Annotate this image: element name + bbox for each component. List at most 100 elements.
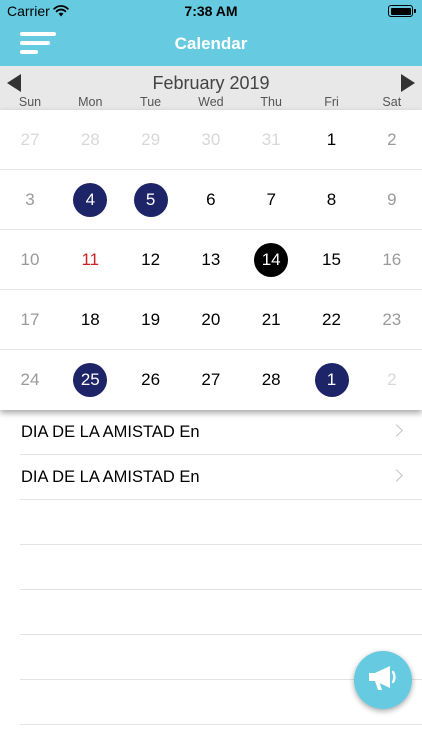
- day-cell[interactable]: 15: [302, 230, 362, 290]
- day-number: 25: [73, 363, 108, 397]
- day-number: 2: [387, 370, 397, 389]
- day-number: 28: [80, 130, 100, 149]
- day-number: 15: [322, 250, 341, 269]
- day-cell[interactable]: 27: [181, 350, 241, 410]
- day-number: 22: [322, 310, 341, 329]
- day-cell[interactable]: 11: [60, 230, 120, 290]
- day-cell[interactable]: 19: [121, 290, 181, 350]
- day-cell[interactable]: 4: [60, 170, 120, 230]
- day-cell[interactable]: 5: [121, 170, 181, 230]
- day-number: 8: [326, 190, 337, 209]
- day-cell[interactable]: 28: [241, 350, 301, 410]
- day-number: 26: [141, 370, 161, 389]
- weekday-label: Thu: [260, 95, 282, 109]
- day-number: 27: [20, 130, 40, 149]
- day-cell[interactable]: 23: [362, 290, 422, 350]
- weekday-label: Tue: [140, 95, 162, 109]
- day-number: 16: [382, 250, 402, 269]
- event-label: DIA DE LA AMISTAD En: [21, 468, 200, 486]
- day-cell[interactable]: 30: [181, 110, 241, 170]
- day-cell[interactable]: 2: [362, 110, 422, 170]
- day-number: 30: [201, 130, 221, 149]
- day-cell[interactable]: 27: [0, 110, 60, 170]
- day-cell[interactable]: 16: [362, 230, 422, 290]
- day-number: 13: [201, 250, 221, 269]
- day-number: 18: [80, 310, 100, 329]
- empty-row: [20, 545, 422, 590]
- day-cell[interactable]: 1: [302, 350, 362, 410]
- day-cell[interactable]: 22: [302, 290, 362, 350]
- empty-row: [20, 590, 422, 635]
- day-number: 29: [141, 130, 161, 149]
- day-cell[interactable]: 31: [241, 110, 301, 170]
- day-number: 10: [20, 250, 40, 269]
- day-cell[interactable]: 9: [362, 170, 422, 230]
- day-number: 3: [25, 190, 35, 209]
- day-number: 5: [133, 183, 168, 217]
- day-cell[interactable]: 29: [121, 110, 181, 170]
- month-label: February 2019: [152, 73, 270, 93]
- page-title: Calendar: [174, 34, 248, 53]
- day-cell[interactable]: 8: [302, 170, 362, 230]
- weekday-header: Sun Mon Tue Wed Thu Fri Sat: [0, 95, 422, 109]
- calendar-grid: 27 28 29 30 31 1 2 3 4 5 6 7 8 9 10 11 12 13 14 15 16 17 18 19 2…: [0, 110, 422, 410]
- chevron-right-icon: [390, 469, 403, 482]
- day-cell[interactable]: 17: [0, 290, 60, 350]
- event-list: DIA DE LA AMISTAD En DIA DE LA AMISTAD En: [0, 410, 422, 750]
- day-number: 20: [201, 310, 221, 329]
- status-time: 7:38 AM: [184, 3, 238, 19]
- day-number: 11: [81, 250, 100, 269]
- week-row: 17 18 19 20 21 22 23: [0, 290, 422, 350]
- weekday-label: Wed: [198, 95, 224, 109]
- day-cell[interactable]: 1: [302, 110, 362, 170]
- nav-bar: Calendar: [0, 22, 422, 66]
- day-number: 27: [201, 370, 221, 389]
- day-cell[interactable]: 26: [121, 350, 181, 410]
- day-cell[interactable]: 10: [0, 230, 60, 290]
- day-number: 23: [382, 310, 402, 329]
- day-cell[interactable]: 20: [181, 290, 241, 350]
- day-number: 31: [261, 130, 281, 149]
- event-row[interactable]: DIA DE LA AMISTAD En: [20, 455, 422, 500]
- day-cell[interactable]: 7: [241, 170, 301, 230]
- event-row[interactable]: DIA DE LA AMISTAD En: [20, 410, 422, 455]
- day-number: 21: [261, 310, 281, 329]
- day-number: 17: [20, 310, 40, 329]
- announcement-button[interactable]: [354, 651, 412, 709]
- day-cell[interactable]: 2: [362, 350, 422, 410]
- day-cell[interactable]: 13: [181, 230, 241, 290]
- day-number: 24: [20, 370, 40, 389]
- battery-icon: [388, 5, 416, 17]
- day-number: 7: [266, 190, 276, 209]
- day-cell[interactable]: 25: [60, 350, 120, 410]
- weekday-label: Fri: [324, 95, 339, 109]
- day-number: 6: [206, 190, 216, 209]
- megaphone-icon: [366, 663, 400, 698]
- day-number: 4: [73, 183, 108, 217]
- day-cell[interactable]: 12: [121, 230, 181, 290]
- day-cell[interactable]: 14: [241, 230, 301, 290]
- chevron-right-icon: [390, 424, 403, 437]
- weekday-label: Sat: [382, 95, 402, 109]
- week-row: 24 25 26 27 28 1 2: [0, 350, 422, 410]
- day-number: 1: [314, 363, 349, 397]
- weekday-label: Sun: [18, 95, 42, 109]
- day-number: 2: [387, 130, 397, 149]
- day-cell[interactable]: 24: [0, 350, 60, 410]
- day-number: 12: [141, 250, 161, 269]
- day-number: 9: [387, 190, 397, 209]
- day-cell[interactable]: 3: [0, 170, 60, 230]
- calendar-header: February 2019 Sun Mon Tue Wed Thu Fri Sat: [0, 66, 422, 110]
- weekday-label: Mon: [78, 95, 103, 109]
- week-row: 10 11 12 13 14 15 16: [0, 230, 422, 290]
- day-cell[interactable]: 18: [60, 290, 120, 350]
- triangle-right-icon[interactable]: [401, 74, 415, 92]
- day-number: 19: [141, 310, 161, 329]
- empty-row: [20, 500, 422, 545]
- day-number: 14: [254, 243, 289, 277]
- status-bar: Carrier 7:38 AM: [0, 0, 422, 22]
- week-row: 27 28 29 30 31 1 2: [0, 110, 422, 170]
- day-cell[interactable]: 6: [181, 170, 241, 230]
- day-cell[interactable]: 28: [60, 110, 120, 170]
- day-cell[interactable]: 21: [241, 290, 301, 350]
